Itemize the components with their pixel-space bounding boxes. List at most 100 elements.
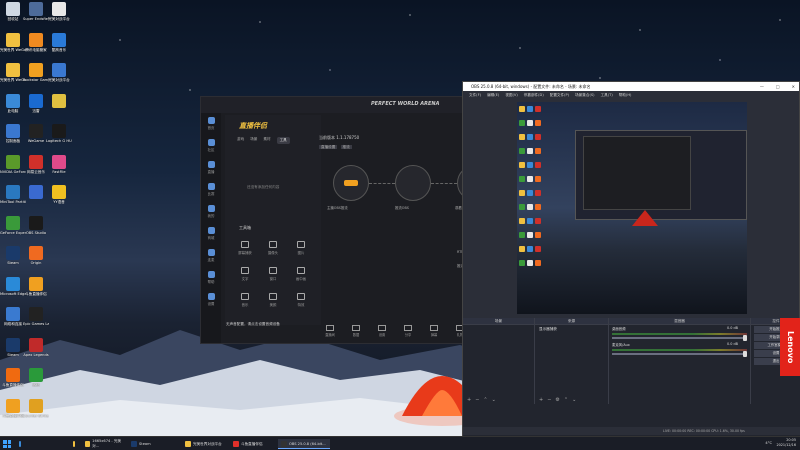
pwa-bottom-button[interactable]: 弹幕 xyxy=(425,325,443,337)
taskbar-item[interactable]: 完美世界对战平台 xyxy=(182,439,226,449)
desktop-icon[interactable]: 酷狗音乐 xyxy=(46,32,72,52)
preview-nested-icon xyxy=(519,218,525,224)
taskbar-item-icon xyxy=(73,441,75,447)
pwa-bottom-button[interactable]: 数据 xyxy=(347,325,365,337)
pwa-tab[interactable]: 场景 xyxy=(250,137,257,144)
pwa-node-obs[interactable] xyxy=(395,165,431,201)
clock[interactable]: 20:05 2021/12/16 xyxy=(776,438,796,448)
pwa-subnav-item[interactable]: 推流 xyxy=(340,145,352,149)
start-button[interactable] xyxy=(3,440,11,448)
pwa-subnav-item[interactable]: 直播设置 xyxy=(319,145,338,149)
desktop-icon[interactable]: 完美对战平台 xyxy=(46,63,72,82)
pwa-tool-icon xyxy=(241,293,249,300)
desktop-icon[interactable]: Logitech G HUB xyxy=(46,124,72,143)
maximize-button[interactable]: □ xyxy=(776,82,780,91)
taskbar-item[interactable] xyxy=(16,439,26,449)
desktop-icon[interactable]: 完美对战平台 xyxy=(46,2,72,21)
pwa-sidebar-icon xyxy=(207,117,215,124)
desktop-icon-label: FastFile xyxy=(52,169,66,174)
pwa-tool[interactable]: 文字 xyxy=(233,267,257,281)
pwa-bottom-button[interactable]: 直播间 xyxy=(321,325,339,337)
obs-preview[interactable] xyxy=(517,102,747,314)
pwa-node-anchor[interactable] xyxy=(333,165,369,201)
remove-icon[interactable]: − xyxy=(547,396,551,404)
gear-icon[interactable]: ⚙ xyxy=(555,396,559,404)
source-item[interactable]: 显示器捕获 xyxy=(535,325,608,334)
pwa-tool[interactable]: 画中画 xyxy=(289,267,313,281)
pwa-sidebar-item[interactable]: 我的 xyxy=(201,201,221,223)
pwa-sidebar-icon xyxy=(207,293,215,300)
pwa-sidebar-item[interactable]: 首页 xyxy=(201,113,221,135)
obs-menu-item[interactable]: 停靠部件(D) xyxy=(524,91,544,99)
obs-menu-item[interactable]: 场景集合(S) xyxy=(575,91,594,99)
pwa-tab[interactable]: 游戏 xyxy=(237,137,244,144)
desktop-icon[interactable]: OBS Studio xyxy=(23,215,49,235)
desktop-icon[interactable]: Epic Games Launcher xyxy=(23,307,49,326)
preview-nested-icon xyxy=(527,106,533,112)
pwa-tool[interactable]: 音乐 xyxy=(233,293,257,307)
taskbar-item[interactable] xyxy=(70,439,80,449)
pwa-sidebar-item[interactable]: 帮助 xyxy=(201,267,221,289)
obs-menu-item[interactable]: 编辑(E) xyxy=(487,91,499,99)
pwa-tool[interactable]: 摄像头 xyxy=(261,241,285,255)
minimize-button[interactable]: — xyxy=(760,82,764,91)
weather-temp[interactable]: 4°C xyxy=(765,441,772,445)
pwa-sidebar-item[interactable]: 社区 xyxy=(201,135,221,157)
pwa-tab[interactable]: 素材 xyxy=(263,137,270,144)
desktop-icon[interactable]: Apex Legends xyxy=(23,337,49,357)
taskbar-item[interactable]: 斗鱼直播伴侣 xyxy=(230,439,274,449)
taskbar-item[interactable]: Steam xyxy=(128,439,162,449)
pwa-tool[interactable]: 图片 xyxy=(289,241,313,255)
desktop-icon[interactable] xyxy=(46,93,72,109)
volume-fader[interactable] xyxy=(612,335,747,341)
pwa-version: 当前版本 1.1.178750 xyxy=(319,135,360,140)
desktop-icon[interactable]: Origin xyxy=(23,246,49,265)
pwa-sidebar-item[interactable]: 比赛 xyxy=(201,179,221,201)
pwa-tool[interactable]: 窗口 xyxy=(261,267,285,281)
taskbar-item[interactable]: 1665x674 - 完美对... xyxy=(82,439,126,449)
close-button[interactable]: ✕ xyxy=(792,82,795,91)
desktop-icon[interactable]: FastFile xyxy=(46,154,72,174)
pwa-sidebar-item[interactable]: 商城 xyxy=(201,223,221,245)
scenes-dock-toolbar: + − ⌃ ⌄ xyxy=(463,396,534,404)
remove-icon[interactable]: − xyxy=(475,396,479,404)
mixer-channel-name: 桌面音频 xyxy=(612,327,626,331)
obs-menu-item[interactable]: 工具(T) xyxy=(601,91,613,99)
obs-menu-item[interactable]: 帮助(H) xyxy=(619,91,632,99)
pwa-tool[interactable]: 特效 xyxy=(289,293,313,307)
pwa-sidebar-item[interactable]: 连麦 xyxy=(201,245,221,267)
pwa-sidebar-item[interactable]: 设置 xyxy=(201,289,221,311)
pwa-tab[interactable]: 工具 xyxy=(276,137,290,144)
preview-nested-icon xyxy=(527,162,533,168)
desktop-icon[interactable]: 微信 xyxy=(23,368,49,387)
desktop-icon[interactable]: 斗鱼直播伴侣 xyxy=(23,276,49,296)
fader-knob[interactable] xyxy=(743,351,747,357)
pwa-bottom-button[interactable]: 分享 xyxy=(399,325,417,337)
desktop-icon-label: 完美对战平台 xyxy=(48,78,70,82)
pwa-tool[interactable]: 屏幕捕获 xyxy=(233,241,257,255)
desktop-icon[interactable]: YY语音 xyxy=(46,185,72,204)
obs-menu-item[interactable]: 文件(F) xyxy=(469,91,481,99)
obs-menu-item[interactable]: 视图(V) xyxy=(505,91,517,99)
pwa-sidebar-label: 我的 xyxy=(207,214,215,218)
preview-nested-icon xyxy=(535,134,541,140)
add-icon[interactable]: + xyxy=(467,396,471,404)
pwa-sidebar-item[interactable]: 直播 xyxy=(201,157,221,179)
desktop-icon-graphic xyxy=(52,124,66,138)
clock-date: 2021/12/16 xyxy=(776,443,796,447)
pwa-tool[interactable]: 美颜 xyxy=(261,293,285,307)
obs-menu-item[interactable]: 配置文件(P) xyxy=(550,91,569,99)
pwa-bottom-label: 分享 xyxy=(404,333,412,337)
up-icon[interactable]: ⌃ xyxy=(564,396,568,404)
volume-fader[interactable] xyxy=(612,351,747,357)
desktop-icon[interactable]: Counter-Strike Global Off... xyxy=(23,398,49,418)
up-icon[interactable]: ⌃ xyxy=(483,396,487,404)
pwa-tool-icon xyxy=(269,267,277,274)
add-icon[interactable]: + xyxy=(539,396,543,404)
pwa-tabs: 游戏 场景 素材 工具 xyxy=(237,137,290,144)
down-icon[interactable]: ⌄ xyxy=(572,396,576,404)
desktop-icon-label: YY语音 xyxy=(53,200,65,204)
pwa-bottom-button[interactable]: 设置 xyxy=(373,325,391,337)
down-icon[interactable]: ⌄ xyxy=(492,396,496,404)
taskbar-item[interactable]: OBS 25.0.8 (64-bit... xyxy=(278,439,330,449)
